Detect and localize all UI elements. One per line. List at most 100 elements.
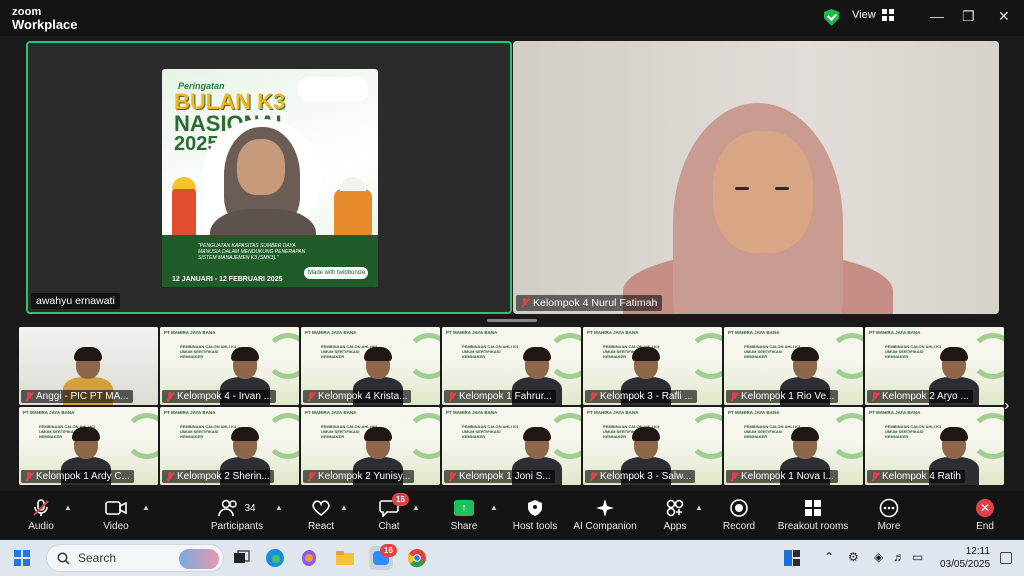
copilot-icon[interactable]: [297, 546, 321, 570]
ai-companion-label: AI Companion: [573, 521, 637, 532]
participant-name: Kelompok 2 Sherin...: [177, 471, 270, 482]
breakout-rooms-button[interactable]: Breakout rooms: [778, 496, 848, 532]
host-shield-icon: [526, 496, 544, 520]
share-label: Share: [450, 521, 478, 532]
gallery-tile[interactable]: PT MAHIRA JAYA BANA PEMBINAAN CALON AHLI …: [160, 407, 299, 485]
gallery-tile[interactable]: PT MAHIRA JAYA BANA PEMBINAAN CALON AHLI …: [724, 327, 863, 405]
taskbar-clock[interactable]: 12:11 03/05/2025: [940, 545, 990, 571]
video-options-caret-icon[interactable]: ▲: [142, 503, 150, 512]
muted-mic-icon: [166, 391, 174, 402]
battery-icon[interactable]: ▭: [912, 550, 923, 564]
audio-options-caret-icon[interactable]: ▲: [64, 503, 72, 512]
clock-time: 12:11: [965, 546, 990, 557]
edge-browser-icon[interactable]: [263, 546, 287, 570]
participants-button[interactable]: 34 Participants: [202, 496, 272, 532]
gallery-tile[interactable]: Anggi - PIC PT MA...: [19, 327, 158, 405]
close-window-icon[interactable]: ✕: [998, 8, 1010, 25]
gallery-next-page-icon[interactable]: ›: [1004, 397, 1018, 415]
background-company-name: PT MAHIRA JAYA BANA: [587, 410, 639, 415]
gallery-tile[interactable]: PT MAHIRA JAYA BANA PEMBINAAN CALON AHLI …: [442, 327, 581, 405]
apps-options-caret-icon[interactable]: ▲: [695, 503, 703, 512]
share-icon-wrap: ↑: [454, 496, 474, 520]
chat-label: Chat: [378, 521, 400, 532]
participant-name-tag: Kelompok 1 Rio Ve...: [726, 390, 839, 403]
gallery-tile[interactable]: PT MAHIRA JAYA BANA PEMBINAAN CALON AHLI …: [19, 407, 158, 485]
active-speaker-tile[interactable]: Peringatan BULAN K3 NASIONAL 2025 "PENGU…: [26, 41, 512, 314]
background-company-name: PT MAHIRA JAYA BANA: [446, 410, 498, 415]
language-input-icon[interactable]: ⚙: [848, 550, 859, 564]
participant-name-tag: Kelompok 4 Ratih: [867, 470, 965, 483]
search-icon: [57, 552, 70, 565]
participant-name-tag: Kelompok 2 Sherin...: [162, 470, 274, 483]
react-options-caret-icon[interactable]: ▲: [340, 503, 348, 512]
windows-start-icon[interactable]: [14, 550, 30, 566]
participant-name-tag: Kelompok 1 Joni S...: [444, 470, 555, 483]
gallery-tile[interactable]: PT MAHIRA JAYA BANA PEMBINAAN CALON AHLI …: [301, 407, 440, 485]
apps-button[interactable]: Apps: [640, 496, 710, 532]
gallery-tile[interactable]: PT MAHIRA JAYA BANA PEMBINAAN CALON AHLI …: [724, 407, 863, 485]
participant-name-tag: Kelompok 1 Nova I...: [726, 470, 838, 483]
record-label: Record: [722, 521, 756, 532]
chat-options-caret-icon[interactable]: ▲: [412, 503, 420, 512]
participant-name-tag: Anggi - PIC PT MA...: [21, 390, 133, 403]
more-button[interactable]: More: [854, 496, 924, 532]
minimize-icon[interactable]: —: [930, 8, 944, 24]
video-label: Video: [103, 521, 129, 532]
participant-name: Kelompok 4 Krista...: [318, 391, 408, 402]
muted-mic-icon: [521, 298, 529, 308]
background-company-name: PT MAHIRA JAYA BANA: [587, 330, 639, 335]
notification-center-icon[interactable]: [1000, 552, 1012, 564]
widgets-icon[interactable]: [780, 546, 804, 570]
ai-companion-button[interactable]: AI Companion: [570, 496, 640, 532]
chat-button[interactable]: 15 Chat: [354, 493, 424, 532]
taskbar-search-box[interactable]: Search: [46, 544, 224, 572]
participant-name: Kelompok 3 - Salw...: [600, 471, 692, 482]
zoom-taskbar-icon[interactable]: 16: [369, 544, 397, 570]
chat-unread-badge: 15: [392, 493, 409, 506]
show-hidden-icons-chevron-icon[interactable]: ⌃: [824, 550, 834, 564]
host-tools-label: Host tools: [512, 521, 558, 532]
gallery-resize-handle[interactable]: [487, 319, 537, 322]
apps-icon: [665, 496, 685, 520]
file-explorer-icon[interactable]: [333, 546, 357, 570]
participants-options-caret-icon[interactable]: ▲: [275, 503, 283, 512]
background-company-name: PT MAHIRA JAYA BANA: [305, 410, 357, 415]
gallery-tile[interactable]: PT MAHIRA JAYA BANA PEMBINAAN CALON AHLI …: [865, 327, 1004, 405]
audio-button[interactable]: Audio: [6, 496, 76, 532]
video-button[interactable]: Video: [81, 496, 151, 532]
restore-window-icon[interactable]: ❐: [962, 8, 975, 25]
view-button[interactable]: View: [852, 9, 894, 21]
record-button[interactable]: Record: [704, 496, 774, 532]
gallery-tile[interactable]: PT MAHIRA JAYA BANA PEMBINAAN CALON AHLI …: [160, 327, 299, 405]
muted-mic-icon: [871, 471, 879, 482]
participant-name: Kelompok 1 Ardy C...: [36, 471, 130, 482]
share-button[interactable]: ↑ Share: [429, 496, 499, 532]
muted-mic-icon: [25, 391, 33, 402]
chrome-browser-icon[interactable]: [405, 546, 429, 570]
end-meeting-button[interactable]: ✕ End: [950, 496, 1020, 532]
gallery-tile[interactable]: PT MAHIRA JAYA BANA PEMBINAAN CALON AHLI …: [301, 327, 440, 405]
person-eye: [775, 187, 789, 190]
speaker-tile[interactable]: Kelompok 4 Nurul Fatimah: [513, 41, 999, 314]
share-screen-icon: ↑: [454, 500, 474, 516]
task-view-icon[interactable]: [229, 546, 253, 570]
meeting-toolbar: Audio ▲ Video ▲ 34 Participants ▲ React …: [0, 491, 1024, 539]
muted-mic-icon: [589, 471, 597, 482]
encryption-shield-icon[interactable]: [824, 9, 839, 26]
gallery-tile[interactable]: PT MAHIRA JAYA BANA PEMBINAAN CALON AHLI …: [583, 407, 722, 485]
gallery-tile[interactable]: PT MAHIRA JAYA BANA PEMBINAAN CALON AHLI …: [865, 407, 1004, 485]
volume-icon[interactable]: ♬: [893, 550, 905, 564]
participant-name: Kelompok 4 Ratih: [882, 471, 961, 482]
host-tools-button[interactable]: Host tools: [500, 496, 570, 532]
muted-mic-icon: [307, 391, 315, 402]
participant-name: Kelompok 1 Joni S...: [459, 471, 551, 482]
gallery-tile[interactable]: PT MAHIRA JAYA BANA PEMBINAAN CALON AHLI …: [583, 327, 722, 405]
participant-name-tag: Kelompok 2 Aryo ...: [867, 390, 973, 403]
wifi-icon[interactable]: ◈: [874, 550, 883, 564]
background-company-name: PT MAHIRA JAYA BANA: [728, 330, 780, 335]
react-button[interactable]: React: [286, 496, 356, 532]
participant-name: Kelompok 3 - Rafli ...: [600, 391, 693, 402]
share-options-caret-icon[interactable]: ▲: [490, 503, 498, 512]
participant-name: Kelompok 1 Rio Ve...: [741, 391, 835, 402]
gallery-tile[interactable]: PT MAHIRA JAYA BANA PEMBINAAN CALON AHLI …: [442, 407, 581, 485]
